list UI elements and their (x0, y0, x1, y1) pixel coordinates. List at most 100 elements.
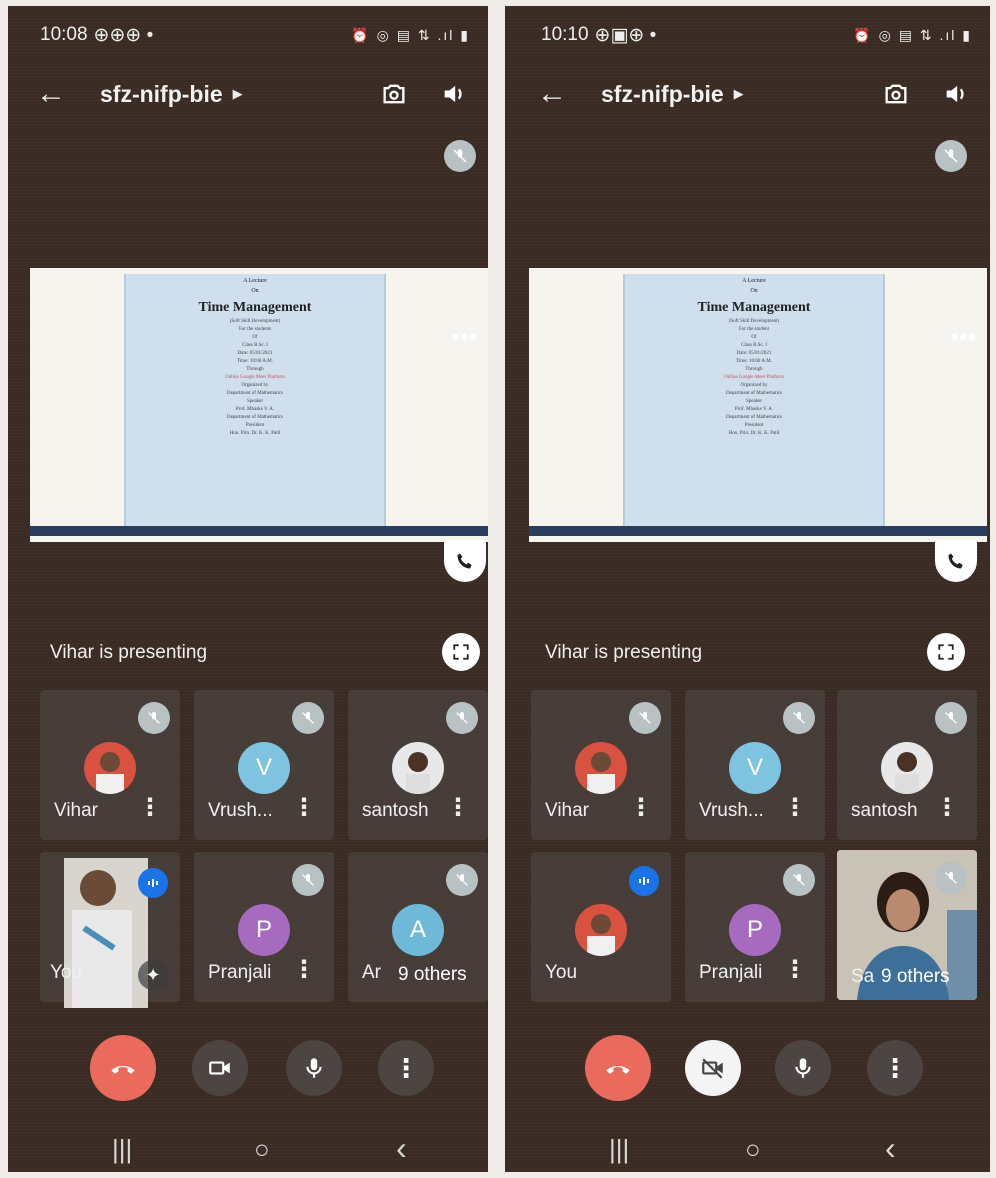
participant-tile[interactable]: Vihar ⋮ (531, 690, 671, 840)
participant-tile-self[interactable]: You (531, 852, 671, 1002)
home-icon[interactable]: ○ (745, 1134, 761, 1165)
slide-line: Class B.Sc. I (242, 343, 268, 348)
more-vert-icon[interactable]: ⋮ (378, 1040, 434, 1096)
speaker-icon[interactable] (438, 78, 470, 110)
speaker-icon[interactable] (940, 78, 972, 110)
participant-name: Vrush... (699, 800, 764, 821)
phone-screen-right: 10:10 ⊕▣⊕ • ⏰ ◎ ▤ ⇅ .ıl ▮ ← sfz-nifp-bie… (505, 6, 990, 1172)
slide-title: Time Management (198, 300, 312, 315)
mic-off-icon (444, 140, 476, 172)
camera-off-icon[interactable] (685, 1040, 741, 1096)
windows-taskbar (30, 526, 488, 536)
caret-right-icon[interactable]: ▶ (233, 86, 243, 102)
slide-line: On (750, 288, 758, 294)
slide-line: Hon. Prin. Dr. K. K. Patil (229, 431, 281, 436)
presenting-label: Vihar is presenting (50, 642, 208, 663)
participant-tile-others[interactable]: Sa 9 others (837, 850, 977, 1000)
notification-icons: ⊕⊕⊕ • (93, 24, 154, 46)
participant-tile-self[interactable]: You ✦ (40, 852, 180, 1008)
slide-line: Online Google Meet Platform (225, 375, 285, 380)
meeting-top-bar: ← sfz-nifp-bie ▶ (537, 74, 972, 114)
participant-tile[interactable]: P Pranjali ⋮ (194, 852, 334, 1002)
avatar (575, 742, 627, 794)
more-vert-icon[interactable]: ⋮ (292, 958, 316, 982)
slide-line: For the student (739, 327, 769, 332)
others-count: 9 others (398, 964, 467, 985)
more-horiz-icon[interactable]: ••• (951, 324, 977, 350)
participant-name: Vihar (54, 800, 99, 821)
nav-back-icon[interactable]: ‹ (396, 1130, 407, 1167)
shared-screen[interactable]: A Lecture On Time Management (Soft Skill… (529, 268, 987, 542)
camera-icon[interactable] (192, 1040, 248, 1096)
slide-line: Time: 10:00 A.M. (736, 359, 772, 364)
participant-name: Pranjali (699, 962, 763, 983)
call-end-icon[interactable] (90, 1035, 156, 1101)
participant-tile-others[interactable]: A Ar 9 others (348, 852, 488, 1002)
more-vert-icon[interactable]: ⋮ (935, 796, 959, 820)
self-video (64, 858, 148, 1008)
phone-icon[interactable] (444, 540, 486, 582)
slide-line: Speaker (745, 399, 763, 404)
slide-line: A Lecture (742, 278, 766, 284)
system-icons: ⏰ ◎ ▤ ⇅ .ıl ▮ (351, 26, 470, 43)
more-vert-icon[interactable]: ⋮ (867, 1040, 923, 1096)
participant-tile[interactable]: santosh ⋮ (837, 690, 977, 840)
caret-right-icon[interactable]: ▶ (734, 86, 744, 102)
participant-name: You (545, 962, 578, 983)
switch-camera-icon[interactable] (378, 78, 410, 110)
home-icon[interactable]: ○ (254, 1134, 270, 1165)
fullscreen-icon[interactable] (442, 633, 480, 671)
mic-off-icon (783, 702, 815, 734)
more-horiz-icon[interactable]: ••• (452, 324, 478, 350)
participant-tile[interactable]: V Vrush... ⋮ (685, 690, 825, 840)
recents-icon[interactable]: ||| (112, 1134, 132, 1165)
arrow-left-icon[interactable]: ← (537, 77, 577, 111)
more-vert-icon[interactable]: ⋮ (292, 796, 316, 820)
slide-line: Prof. Mhaske V. A. (734, 407, 774, 412)
fullscreen-icon[interactable] (927, 633, 965, 671)
shared-screen[interactable]: A Lecture On Time Management (Soft Skill… (30, 268, 488, 542)
recents-icon[interactable]: ||| (609, 1134, 629, 1165)
mic-off-icon (935, 702, 967, 734)
avatar: A (392, 904, 444, 956)
mic-off-icon (446, 864, 478, 896)
participant-name: Vrush... (208, 800, 273, 821)
participant-tile[interactable]: santosh ⋮ (348, 690, 488, 840)
meeting-code[interactable]: sfz-nifp-bie (601, 81, 724, 108)
slide-line: Department of Mathematics (725, 391, 783, 396)
more-vert-icon[interactable]: ⋮ (783, 958, 807, 982)
mic-icon[interactable] (775, 1040, 831, 1096)
phone-icon[interactable] (935, 540, 977, 582)
slide-line: Department of Mathematics (226, 391, 284, 396)
speaking-indicator-icon (629, 866, 659, 896)
more-vert-icon[interactable]: ⋮ (446, 796, 470, 820)
slide-line: (Soft Skill Development) (728, 319, 780, 324)
android-nav-bar: ||| ○ ‹ (505, 1130, 990, 1170)
more-vert-icon[interactable]: ⋮ (783, 796, 807, 820)
others-count: 9 others (881, 966, 950, 987)
arrow-left-icon[interactable]: ← (36, 77, 76, 111)
system-icons: ⏰ ◎ ▤ ⇅ .ıl ▮ (853, 26, 972, 43)
mic-off-icon (629, 702, 661, 734)
meeting-code[interactable]: sfz-nifp-bie (100, 81, 223, 108)
switch-camera-icon[interactable] (880, 78, 912, 110)
mic-off-icon (292, 864, 324, 896)
participant-tile[interactable]: V Vrush... ⋮ (194, 690, 334, 840)
avatar (392, 742, 444, 794)
more-vert-icon[interactable]: ⋮ (138, 796, 162, 820)
avatar: P (238, 904, 290, 956)
slide-line: For the students (239, 327, 271, 332)
participant-name: Ar (362, 962, 381, 983)
call-end-icon[interactable] (585, 1035, 651, 1101)
slide-line: (Soft Skill Development) (229, 319, 281, 324)
slide-line: President (744, 423, 764, 428)
more-vert-icon[interactable]: ⋮ (629, 796, 653, 820)
slide-line: Speaker (246, 399, 264, 404)
nav-back-icon[interactable]: ‹ (885, 1130, 896, 1167)
mic-icon[interactable] (286, 1040, 342, 1096)
windows-taskbar (529, 526, 987, 536)
participant-tile[interactable]: Vihar ⋮ (40, 690, 180, 840)
sparkle-icon[interactable]: ✦ (138, 960, 168, 990)
avatar (575, 904, 627, 956)
participant-tile[interactable]: P Pranjali ⋮ (685, 852, 825, 1002)
